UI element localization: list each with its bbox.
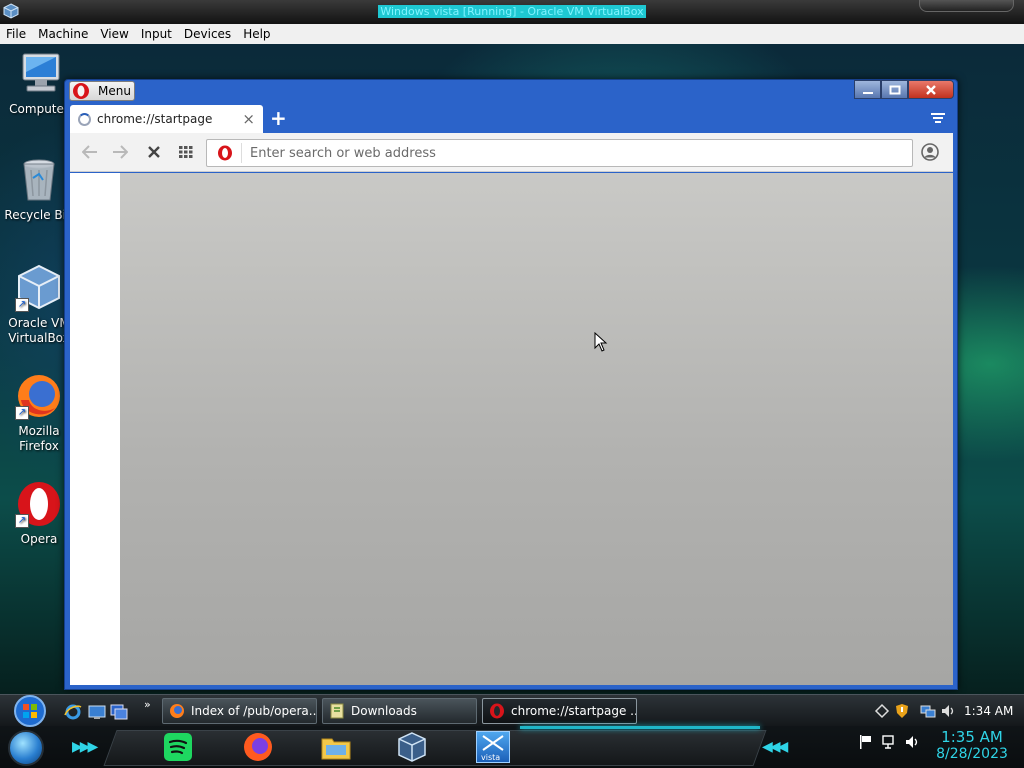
computer-icon [15,50,63,98]
network-connection-icon[interactable] [882,734,898,750]
address-placeholder: Enter search or web address [250,145,436,161]
firefox-icon: ↗ [15,372,63,420]
window-controls [854,80,954,99]
action-center-flag-icon[interactable] [858,734,874,750]
task-label: chrome://startpage ... [511,704,636,718]
switch-windows-icon[interactable] [110,703,128,721]
shortcut-arrow-icon: ↗ [15,298,29,312]
mouse-cursor-icon [594,332,608,352]
firefox-icon [170,704,184,718]
dock-chevrons-left-icon: ▶▶▶ [72,739,98,755]
dock-background [103,730,767,766]
host-title-bar: Windows vista [Running] - Oracle VM Virt… [0,0,1024,24]
opera-icon: ↗ [15,480,63,528]
loading-page-area[interactable] [120,173,953,685]
close-icon [926,84,936,95]
maximize-icon [889,85,900,94]
tray-clock[interactable]: 1:34 AM [964,704,1013,718]
menu-machine[interactable]: Machine [32,27,94,41]
new-tab-button[interactable]: + [270,108,287,128]
task-label: Index of /pub/opera... [191,704,316,718]
network-connection-icon[interactable] [920,703,936,719]
taskbar: » Index of /pub/opera... Downloads chrom… [0,694,1024,768]
menu-file[interactable]: File [0,27,32,41]
browser-toolbar: Enter search or web address [70,133,953,172]
menu-input[interactable]: Input [135,27,178,41]
forward-button[interactable] [110,142,130,162]
dock-start-orb[interactable] [8,730,44,766]
security-shield-icon[interactable] [894,703,910,719]
volume-icon[interactable] [940,703,956,719]
address-bar[interactable]: Enter search or web address [206,139,913,167]
forward-arrow-icon [113,145,128,159]
folder-icon [330,703,344,719]
back-button[interactable] [80,142,100,162]
loading-spinner-icon [78,112,91,126]
dock-glow [520,726,760,729]
volume-icon[interactable] [904,734,920,750]
dock-time: 1:35 AM [941,728,1003,746]
taskbar-row: » Index of /pub/opera... Downloads chrom… [0,694,1024,727]
opera-logo-icon [73,83,89,99]
host-window-title: Windows vista [Running] - Oracle VM Virt… [378,5,646,18]
folder-icon[interactable] [320,731,352,763]
spotify-icon[interactable] [162,731,194,763]
task-firefox[interactable]: Index of /pub/opera... [162,698,317,724]
stop-icon [148,146,160,158]
quick-launch-overflow-icon[interactable]: » [144,698,151,711]
close-button[interactable] [908,80,954,99]
shortcut-arrow-icon: ↗ [15,514,29,528]
host-menu-bar: File Machine View Input Devices Help [0,24,1024,44]
opera-icon [490,703,504,719]
page-content[interactable] [70,173,953,685]
virtualbox-icon[interactable] [3,3,19,19]
title-decoration [919,0,1014,12]
virtualbox-icon: ↗ [15,264,63,312]
task-label: Downloads [351,704,417,718]
tab-title: chrome://startpage [97,112,213,126]
task-downloads[interactable]: Downloads [322,698,477,724]
vista-screen-icon [482,735,504,751]
firefox-icon[interactable] [242,731,274,763]
stop-button[interactable] [144,142,164,162]
user-icon [921,143,939,161]
internet-explorer-icon[interactable] [64,703,82,721]
menu-label: Menu [98,84,131,98]
back-arrow-icon [82,145,97,159]
virtualbox-icon[interactable] [396,731,428,763]
opera-window: Menu chrome://startpage × + Enter search… [64,79,958,690]
vista-vm-button[interactable]: vista [476,731,510,763]
speed-dial-button[interactable] [176,142,196,162]
grid-icon [179,146,193,158]
task-opera[interactable]: chrome://startpage ... [482,698,637,724]
shortcut-arrow-icon: ↗ [15,406,29,420]
tab-menu-icon[interactable] [931,111,945,125]
maximize-button[interactable] [881,80,908,99]
dock-date: 8/28/2023 [936,746,1008,762]
dock-chevrons-right-icon: ◀◀◀ [762,739,788,755]
minimize-button[interactable] [854,80,881,99]
address-divider [241,143,242,163]
menu-help[interactable]: Help [237,27,276,41]
account-button[interactable] [920,142,940,162]
dock-bar: ▶▶▶ vista ◀◀◀ 1:35 AM 8/28/2023 [0,726,1024,768]
show-desktop-icon[interactable] [88,703,106,721]
start-button[interactable] [9,695,51,727]
vista-badge: vista [481,753,501,762]
tab-close-icon[interactable]: × [242,110,255,128]
opera-menu-button[interactable]: Menu [69,81,135,101]
opera-logo-icon [218,145,232,161]
menu-view[interactable]: View [94,27,134,41]
recycle-bin-icon [15,156,63,204]
menu-devices[interactable]: Devices [178,27,237,41]
network-tray-icon[interactable] [874,703,890,719]
dock-clock[interactable]: 1:35 AM 8/28/2023 [930,728,1014,762]
minimize-icon [862,91,873,94]
tab-startpage[interactable]: chrome://startpage × [70,105,263,133]
